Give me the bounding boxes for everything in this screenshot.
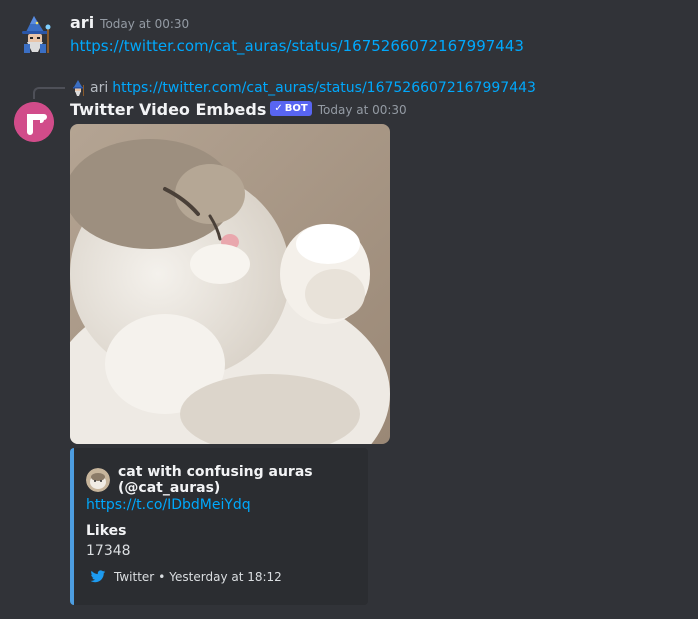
embed-link[interactable]: https://t.co/IDbdMeiYdq	[86, 497, 251, 513]
reply-preview[interactable]: ari https://twitter.com/cat_auras/status…	[70, 79, 536, 97]
reply-author[interactable]: ari	[90, 79, 108, 97]
bot-badge: ✓ BOT	[270, 100, 312, 116]
footer-separator: •	[158, 570, 166, 584]
wizard-avatar-icon[interactable]	[16, 14, 54, 54]
footer-time: Yesterday at 18:12	[169, 570, 282, 584]
bot-avatar-icon[interactable]	[14, 102, 54, 142]
message-link[interactable]: https://twitter.com/cat_auras/status/167…	[70, 37, 524, 55]
bot-badge-label: BOT	[284, 102, 308, 114]
reply-spine	[33, 87, 65, 99]
likes-count: 17348	[86, 543, 131, 559]
tweet-embed: cat with confusing auras (@cat_auras) ht…	[70, 448, 368, 605]
cat-photo-icon[interactable]	[70, 124, 390, 444]
likes-label: Likes	[86, 523, 127, 539]
footer-source: Twitter	[114, 570, 155, 584]
twitter-bird-icon	[90, 570, 106, 584]
chat-area: ari Today at 00:30 https://twitter.com/ca…	[0, 0, 698, 619]
reply-link[interactable]: https://twitter.com/cat_auras/status/167…	[112, 79, 536, 97]
bot-author[interactable]: Twitter Video Embeds	[70, 99, 266, 121]
bot-timestamp: Today at 00:30	[317, 103, 407, 117]
message-ari: ari Today at 00:30 https://twitter.com/ca…	[0, 10, 698, 60]
message-timestamp: Today at 00:30	[100, 17, 190, 31]
author-avatar-icon	[86, 468, 110, 492]
embed-footer: Twitter • Yesterday at 18:12	[90, 570, 282, 584]
embed-author-name[interactable]: cat with confusing auras (@cat_auras)	[118, 464, 368, 496]
verified-check-icon: ✓	[274, 102, 283, 114]
message-author[interactable]: ari	[70, 13, 94, 32]
embed-author[interactable]: cat with confusing auras (@cat_auras)	[86, 464, 368, 496]
reply-avatar-icon	[70, 80, 86, 96]
